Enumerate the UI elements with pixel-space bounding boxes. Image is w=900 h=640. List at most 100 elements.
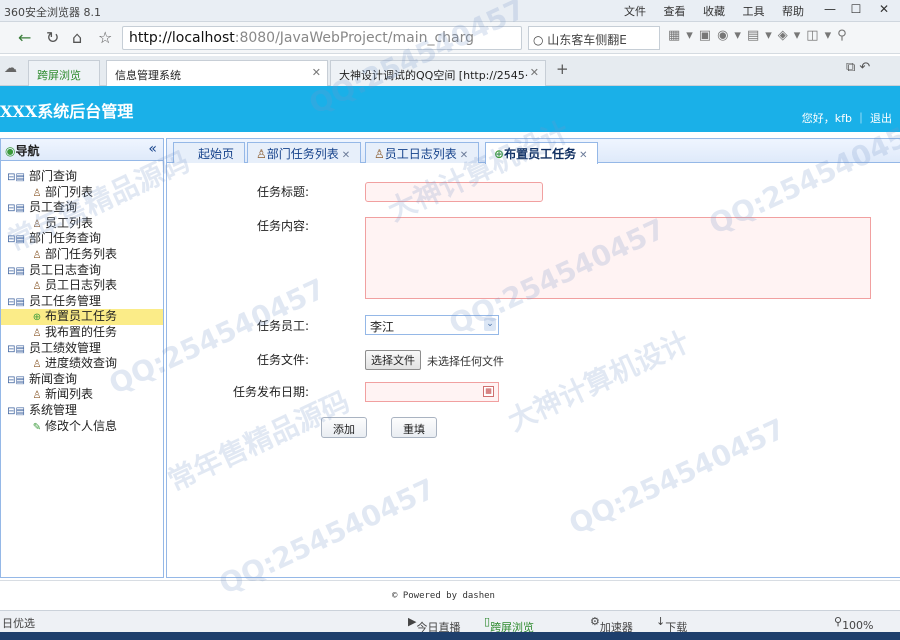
tab-emp-log-list[interactable]: ♙员工日志列表 ✕: [365, 142, 480, 163]
tree-item[interactable]: ✎ 修改个人信息: [1, 419, 163, 435]
app-header: XXX系统后台管理 您好，kfb ｜ 退出: [0, 86, 900, 132]
tree-group[interactable]: ⊟▤ 部门查询: [1, 169, 163, 185]
menu-view[interactable]: 查看: [664, 5, 686, 18]
home-icon[interactable]: ⌂: [72, 28, 82, 47]
close-icon[interactable]: ✕: [460, 150, 468, 161]
folder-icon: ⊟▤: [7, 296, 25, 308]
tree-label: 系统管理: [29, 402, 78, 417]
browser-title: 360安全浏览器 8.1: [4, 6, 101, 19]
tab-dept-task-list[interactable]: ♙部门任务列表 ✕: [247, 142, 362, 163]
date-label: 任务发布日期:: [233, 385, 310, 399]
edit-icon: ✎: [32, 421, 42, 433]
tree-group[interactable]: ⊟▤ 部门任务查询: [1, 231, 163, 247]
task-content-textarea[interactable]: [365, 217, 871, 299]
status-accelerator[interactable]: ⚙ 加速器: [590, 615, 633, 634]
back-icon[interactable]: ←: [18, 28, 31, 47]
tree-group[interactable]: ⊟▤ 员工绩效管理: [1, 341, 163, 357]
task-title-input[interactable]: [365, 182, 543, 202]
cloud-icon[interactable]: ☁: [4, 61, 17, 76]
sidebar-header: ◉导航 «: [1, 139, 163, 161]
page-footer: © Powered by dashen: [0, 580, 900, 610]
tree-group[interactable]: ⊟▤ 员工日志查询: [1, 263, 163, 279]
employee-select[interactable]: 李江 ⌄: [365, 315, 499, 335]
browser-tab-crossscreen[interactable]: 跨屏浏览: [28, 60, 100, 86]
folder-icon: ⊟▤: [7, 172, 25, 183]
close-window-icon[interactable]: ✕: [874, 2, 894, 18]
close-tab-icon[interactable]: ✕: [530, 66, 539, 79]
reset-button[interactable]: 重填: [391, 417, 437, 438]
status-download[interactable]: ↓ 下载: [656, 615, 687, 634]
close-icon[interactable]: ✕: [342, 150, 350, 161]
tree-item[interactable]: ♙ 员工日志列表: [1, 278, 163, 294]
main-content: 起始页 ♙部门任务列表 ✕ ♙员工日志列表 ✕ ⊕布置员工任务 ✕ 任务标题: 任务内…: [166, 138, 900, 578]
tree-item[interactable]: ♙ 部门任务列表: [1, 247, 163, 263]
minimize-icon[interactable]: —: [820, 2, 840, 18]
menu-favorites[interactable]: 收藏: [703, 5, 725, 18]
menu-help[interactable]: 帮助: [782, 5, 804, 18]
user-info[interactable]: 您好，kfb ｜ 退出: [802, 110, 892, 126]
url-path: :8080/JavaWebProject/main_charg: [234, 30, 475, 46]
browser-address-bar: ← ↻ ⌂ ☆ http://localhost:8080/JavaWebPro…: [0, 22, 900, 54]
tree-label: 布置员工任务: [45, 309, 118, 324]
tree-item[interactable]: ♙ 部门列表: [1, 185, 163, 201]
folder-icon: ⊟▤: [7, 265, 25, 277]
tree-item[interactable]: ⊕ 布置员工任务: [1, 309, 163, 325]
search-text: 山东客车侧翻E: [547, 33, 627, 47]
tree-label: 部门任务查询: [29, 231, 102, 246]
status-crossscreen[interactable]: ▯ 跨屏浏览: [484, 615, 534, 634]
new-tab-icon[interactable]: +: [556, 60, 569, 78]
maximize-icon[interactable]: ☐: [846, 2, 866, 18]
folder-icon: ⊟▤: [7, 234, 25, 246]
tab-assign-task[interactable]: ⊕布置员工任务 ✕: [485, 142, 599, 164]
toolbar-icons[interactable]: ▦▾▣◉▾▤▾◈▾◫▾⚲: [668, 28, 853, 43]
tree-label: 员工任务管理: [29, 293, 102, 308]
folder-icon: ⊟▤: [7, 374, 25, 386]
tab-home[interactable]: 起始页: [173, 142, 246, 163]
tree-label: 部门查询: [29, 169, 78, 183]
nav-tree: ⊟▤ 部门查询 ♙ 部门列表 ⊟▤ 员工查询 ♙ 员工列表 ⊟▤ 部门任务查询 ♙ 部门任务列表 ⊟▤ 员…: [1, 161, 163, 434]
browser-tab-qq[interactable]: 大神设计调试的QQ空间 [http://2545· ✕: [330, 60, 546, 86]
menu-file[interactable]: 文件: [624, 5, 646, 18]
app-title: XXX系统后台管理: [0, 102, 134, 121]
close-tab-icon[interactable]: ✕: [312, 66, 321, 79]
url-input[interactable]: http://localhost:8080/JavaWebProject/mai…: [122, 26, 522, 50]
user-icon: ♙: [32, 390, 42, 402]
add-icon: ⊕: [32, 312, 42, 324]
search-input[interactable]: ○ 山东客车侧翻E: [528, 26, 660, 50]
tree-label: 员工日志列表: [45, 278, 118, 293]
browser-menu-bar: 文件 查看 收藏 工具 帮助: [610, 3, 804, 19]
url-host: http://localhost: [129, 30, 235, 46]
menu-tools[interactable]: 工具: [743, 5, 765, 18]
tree-label: 员工列表: [45, 215, 94, 230]
date-input[interactable]: ▦: [365, 382, 499, 402]
star-icon[interactable]: ☆: [98, 28, 112, 47]
file-label: 任务文件:: [257, 353, 310, 367]
user-icon: ♙: [32, 249, 42, 261]
tree-item[interactable]: ♙ 我布置的任务: [1, 325, 163, 341]
folder-icon: ⊟▤: [7, 203, 25, 215]
collapse-icon[interactable]: «: [148, 141, 157, 157]
status-left[interactable]: 日优选: [2, 615, 35, 631]
close-icon[interactable]: ✕: [579, 150, 587, 161]
restore-tab-icon[interactable]: ⧉ ↶: [846, 60, 870, 75]
tree-group[interactable]: ⊟▤ 系统管理: [1, 403, 163, 419]
browser-tab-bar: ☁ 跨屏浏览 信息管理系统 ✕ 大神设计调试的QQ空间 [http://2545·…: [0, 56, 900, 86]
tree-item[interactable]: ♙ 员工列表: [1, 216, 163, 232]
tree-item[interactable]: ♙ 新闻列表: [1, 387, 163, 403]
browser-tab-info-system[interactable]: 信息管理系统 ✕: [106, 60, 328, 86]
globe-icon: ◉: [5, 144, 16, 158]
add-button[interactable]: 添加: [321, 417, 367, 438]
tree-label: 部门列表: [45, 184, 94, 199]
user-icon: ♙: [32, 281, 42, 293]
zoom-level[interactable]: ⚲ 100%: [834, 615, 874, 632]
tree-group[interactable]: ⊟▤ 员工查询: [1, 200, 163, 216]
choose-file-button[interactable]: 选择文件: [365, 350, 421, 370]
tree-group[interactable]: ⊟▤ 员工任务管理: [1, 294, 163, 310]
calendar-icon[interactable]: ▦: [483, 386, 494, 397]
tree-group[interactable]: ⊟▤ 新闻查询: [1, 372, 163, 388]
chevron-down-icon: ⌄: [484, 318, 496, 331]
refresh-icon[interactable]: ↻: [46, 28, 59, 47]
tree-item[interactable]: ♙ 进度绩效查询: [1, 356, 163, 372]
status-live[interactable]: ▶ 今日直播: [408, 615, 460, 634]
user-icon: ♙: [32, 359, 42, 371]
